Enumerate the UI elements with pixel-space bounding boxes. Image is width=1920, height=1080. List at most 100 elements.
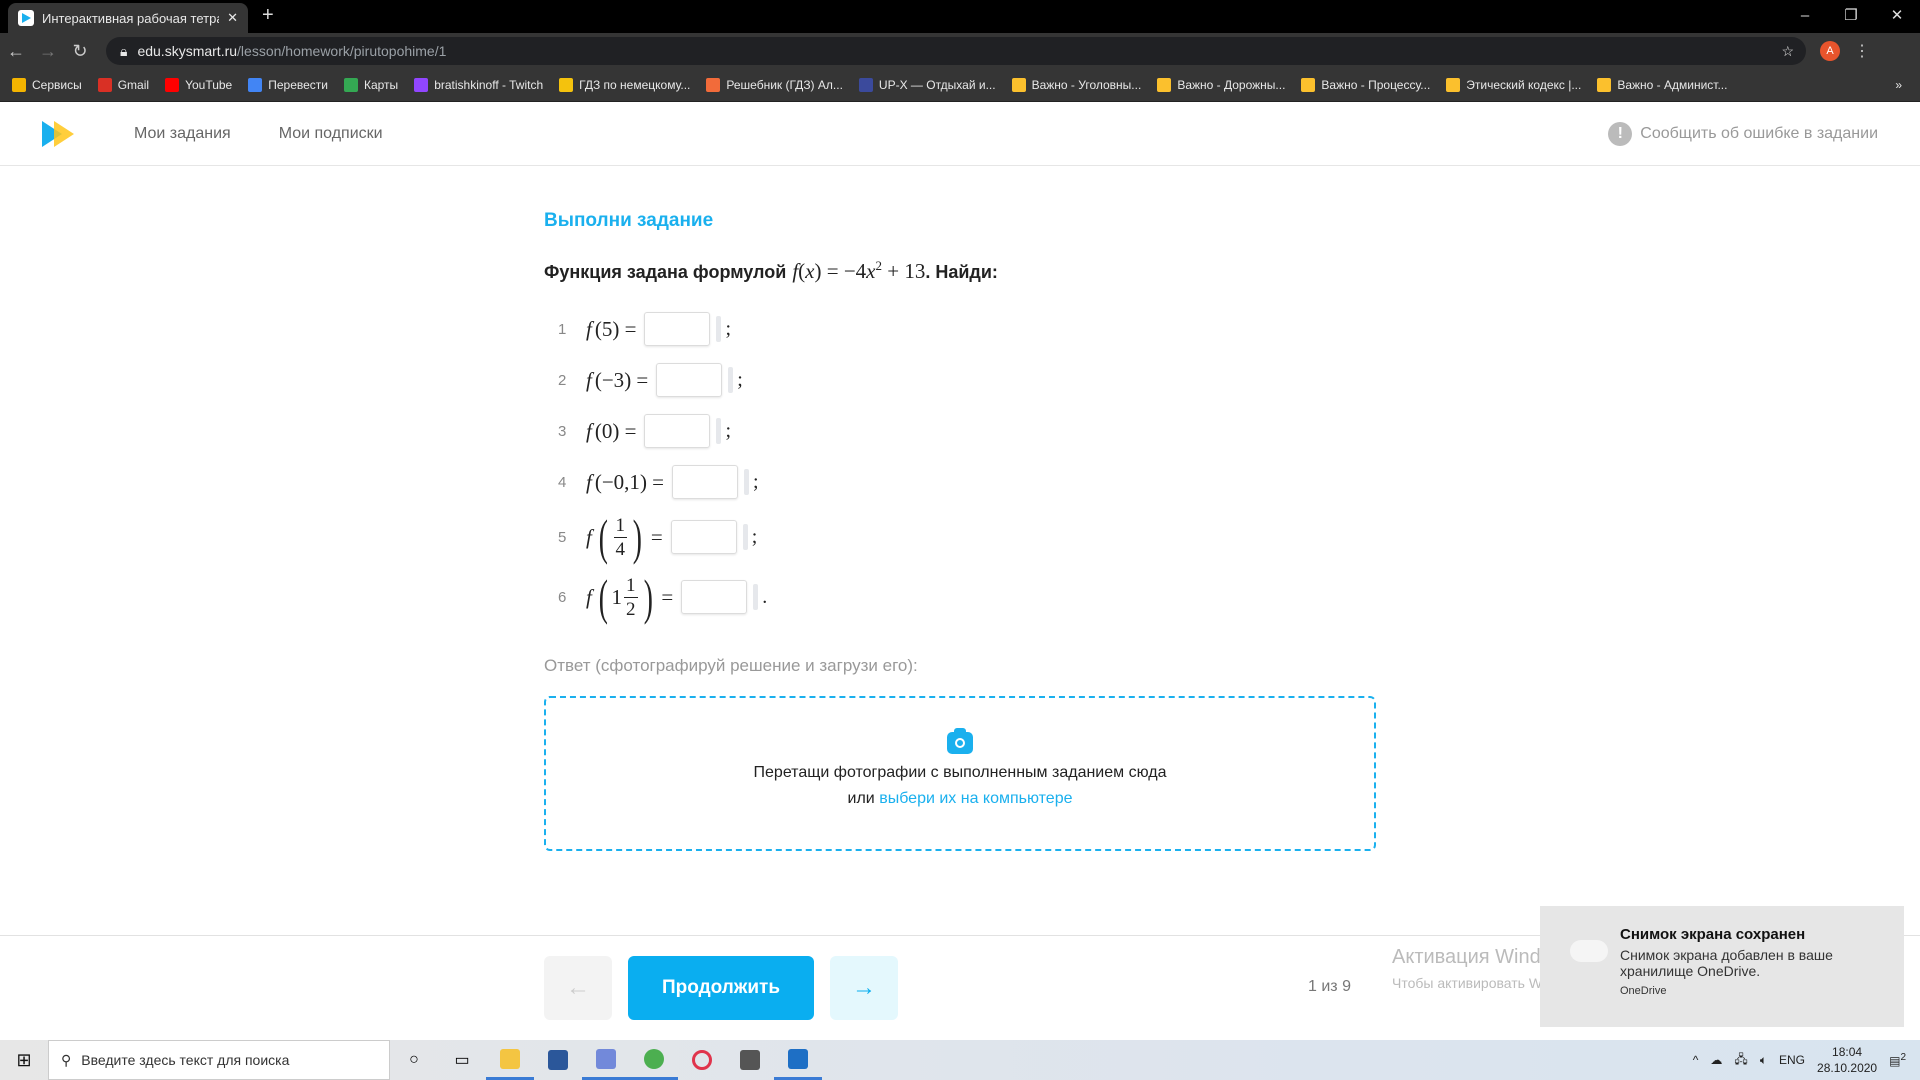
- discord-icon[interactable]: [582, 1040, 630, 1080]
- bookmark-favicon-icon: [1301, 78, 1316, 92]
- calculator-icon[interactable]: [726, 1040, 774, 1080]
- volume-icon[interactable]: 🔈︎: [1760, 1053, 1767, 1068]
- url-host: edu.skysmart.ru: [137, 43, 238, 59]
- nav-my-subscriptions[interactable]: Мои подписки: [279, 125, 383, 143]
- numerator: 1: [624, 574, 638, 598]
- bookmark-item[interactable]: bratishkinoff - Twitch: [414, 78, 543, 92]
- photos-icon[interactable]: [774, 1040, 822, 1080]
- bookmark-label: Важно - Процессу...: [1321, 78, 1431, 92]
- bookmark-star-icon[interactable]: ☆: [1781, 43, 1794, 60]
- address-bar-row: ← → ↻ 🔒︎ edu.skysmart.ru/lesson/homework/…: [0, 33, 1920, 69]
- bookmark-favicon-icon: [248, 78, 263, 92]
- file-explorer-icon[interactable]: [486, 1040, 534, 1080]
- bookmark-item[interactable]: Перевести: [248, 78, 328, 92]
- bookmark-favicon-icon: [97, 78, 112, 92]
- bookmark-favicon-icon: [414, 78, 429, 92]
- bookmark-favicon-icon: [1157, 78, 1172, 92]
- bookmark-label: ГДЗ по немецкому...: [579, 78, 691, 92]
- bookmark-item[interactable]: Важно - Уголовны...: [1011, 78, 1141, 92]
- back-icon[interactable]: ←: [0, 41, 32, 62]
- bookmark-item[interactable]: Решебник (ГДЗ) Ал...: [706, 78, 843, 92]
- bookmark-item[interactable]: ГДЗ по немецкому...: [559, 78, 690, 92]
- bookmark-label: Важно - Дорожны...: [1177, 78, 1286, 92]
- language-indicator[interactable]: ENG: [1779, 1053, 1805, 1067]
- toast-source: OneDrive: [1620, 985, 1667, 997]
- answer-input[interactable]: [681, 580, 748, 614]
- input-handle: [744, 469, 750, 495]
- answer-input[interactable]: [672, 465, 739, 499]
- taskbar-search-input[interactable]: ⚲ Введите здесь текст для поиска: [48, 1040, 390, 1080]
- choose-files-link[interactable]: выбери их на компьютере: [879, 790, 1072, 807]
- item-number: 2: [558, 371, 567, 389]
- argument: 5: [601, 316, 613, 341]
- item-punct: ;: [753, 470, 759, 493]
- browser-tab[interactable]: Интерактивная рабочая тетрадь ✕: [8, 3, 248, 33]
- bookmark-item[interactable]: Важно - Дорожны...: [1157, 78, 1285, 92]
- close-tab-icon[interactable]: ✕: [227, 10, 238, 26]
- item-number: 6: [558, 588, 567, 606]
- close-window-button[interactable]: ✕: [1874, 0, 1920, 30]
- report-error-link[interactable]: ! Сообщить об ошибке в задании: [1608, 122, 1878, 146]
- onedrive-error-icon[interactable]: ☁: [1710, 1053, 1722, 1067]
- prev-button[interactable]: ←: [544, 956, 612, 1020]
- network-icon[interactable]: 🖧︎: [1734, 1050, 1747, 1071]
- formula: f(x) = −4x2 + 13: [792, 258, 926, 283]
- answer-input[interactable]: [670, 520, 737, 554]
- bookmark-item[interactable]: Сервисы: [12, 78, 82, 92]
- bookmark-item[interactable]: Карты: [343, 78, 398, 92]
- minimize-button[interactable]: –: [1782, 0, 1828, 30]
- answer-input[interactable]: [644, 414, 711, 448]
- word-icon[interactable]: [534, 1040, 582, 1080]
- numerator: 1: [613, 514, 627, 538]
- task-view-icon[interactable]: ▭: [438, 1040, 486, 1080]
- profile-avatar[interactable]: A: [1820, 41, 1840, 61]
- answer-input[interactable]: [656, 363, 723, 397]
- answer-input[interactable]: [644, 312, 711, 346]
- photo-dropzone[interactable]: Перетащи фотографии с выполненным задани…: [544, 696, 1376, 851]
- bookmark-label: Этический кодекс |...: [1466, 78, 1582, 92]
- item-expression: f(−3) =: [586, 367, 649, 392]
- restore-button[interactable]: ❐: [1828, 0, 1874, 30]
- bookmark-item[interactable]: UP-X — Отдыхай и...: [858, 78, 996, 92]
- notification-count: 2: [1900, 1052, 1906, 1063]
- onedrive-cloud-icon: [1570, 940, 1608, 962]
- reload-icon[interactable]: ↻: [64, 41, 96, 62]
- bookmark-favicon-icon: [706, 78, 721, 92]
- url-input[interactable]: 🔒︎ edu.skysmart.ru/lesson/homework/piruto…: [106, 37, 1806, 65]
- bookmark-label: Решебник (ГДЗ) Ал...: [726, 78, 843, 92]
- menu-icon[interactable]: ⋮: [1854, 41, 1870, 61]
- item-punct: ;: [725, 419, 731, 442]
- bookmark-item[interactable]: Важно - Процессу...: [1301, 78, 1430, 92]
- chrome-icon[interactable]: [630, 1040, 678, 1080]
- continue-button[interactable]: Продолжить: [628, 956, 814, 1020]
- opera-icon[interactable]: [678, 1040, 726, 1080]
- bookmark-item[interactable]: Этический кодекс |...: [1446, 78, 1581, 92]
- bookmark-item[interactable]: Важно - Админист...: [1597, 78, 1727, 92]
- windows-start-icon[interactable]: ⊞: [0, 1050, 48, 1071]
- denominator: 2: [626, 598, 636, 620]
- skysmart-logo[interactable]: [42, 120, 76, 147]
- new-tab-button[interactable]: +: [262, 4, 274, 27]
- bookmark-favicon-icon: [343, 78, 358, 92]
- fraction: 14: [613, 514, 627, 559]
- date: 28.10.2020: [1817, 1061, 1878, 1075]
- windows-taskbar: ⊞ ⚲ Введите здесь текст для поиска ○ ▭: [0, 1040, 1920, 1080]
- tab-title: Интерактивная рабочая тетрадь: [42, 10, 220, 26]
- onedrive-toast[interactable]: Снимок экрана сохранен Снимок экрана доб…: [1540, 906, 1904, 1027]
- more-bookmarks-icon[interactable]: »: [1895, 78, 1902, 92]
- tray-chevron-icon[interactable]: ^: [1693, 1053, 1699, 1067]
- cortana-icon[interactable]: ○: [390, 1040, 438, 1080]
- toast-title: Снимок экрана сохранен: [1620, 926, 1806, 943]
- fraction: 12: [624, 576, 638, 619]
- bookmark-item[interactable]: Gmail: [97, 78, 149, 92]
- notifications-icon[interactable]: ▤2: [1889, 1052, 1906, 1068]
- clock[interactable]: 18:04 28.10.2020: [1817, 1044, 1877, 1076]
- forward-icon[interactable]: →: [32, 41, 64, 62]
- input-handle: [742, 524, 748, 550]
- input-handle: [716, 418, 722, 444]
- exclamation-icon: !: [1608, 122, 1633, 146]
- next-button[interactable]: →: [830, 956, 898, 1020]
- nav-my-tasks[interactable]: Мои задания: [134, 125, 231, 143]
- problem-statement: Функция задана формулой f(x) = −4x2 + 13…: [544, 258, 998, 284]
- bookmark-item[interactable]: YouTube: [165, 78, 232, 92]
